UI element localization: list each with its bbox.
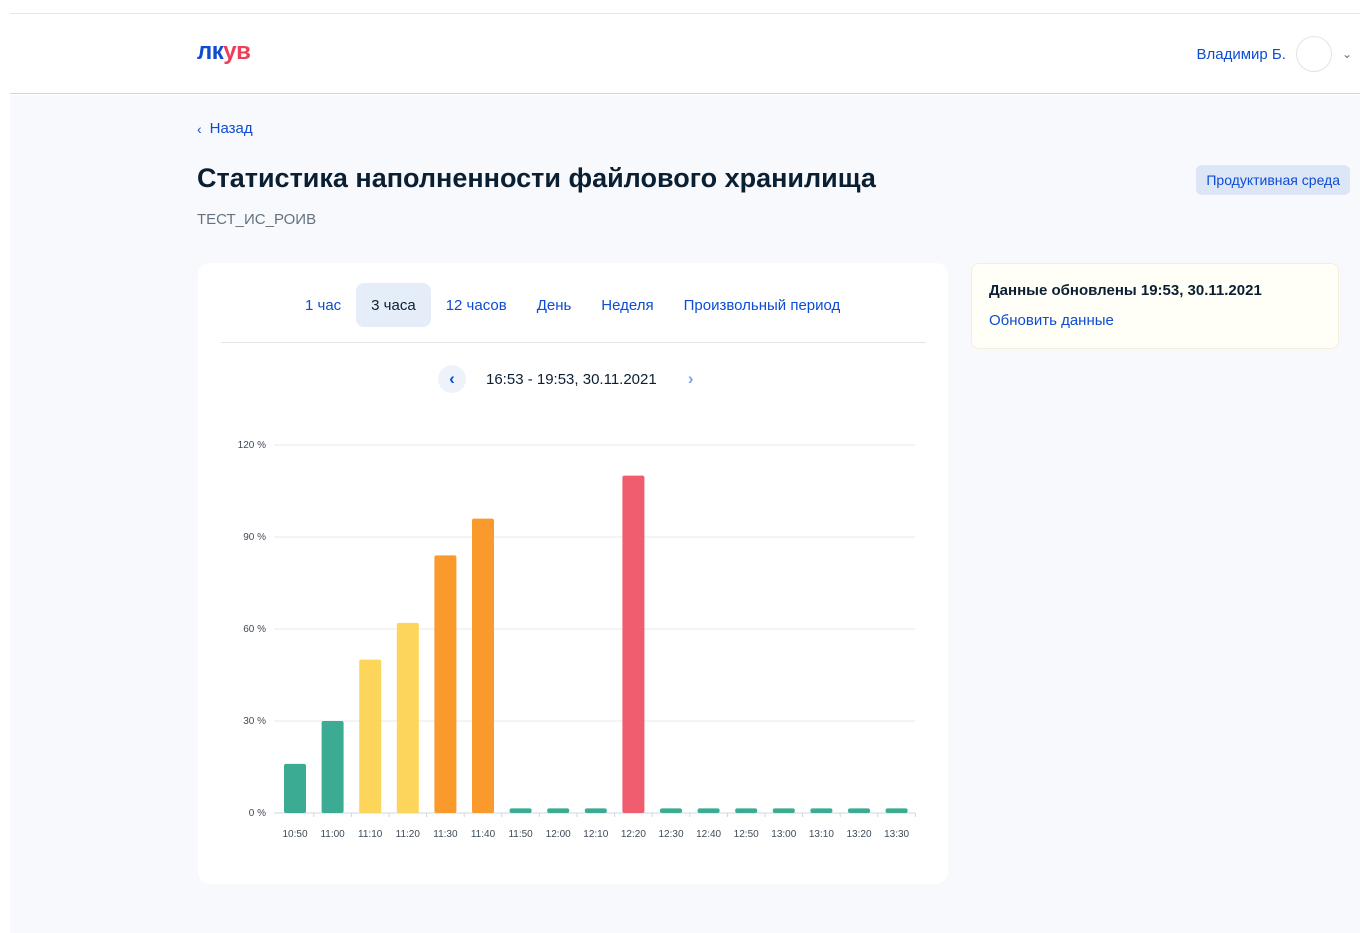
bar[interactable] [434, 555, 457, 813]
user-menu[interactable]: Владимир Б. ⌄ [1196, 36, 1352, 72]
update-info-card: Данные обновлены 19:53, 30.11.2021 Обнов… [971, 263, 1339, 349]
chevron-right-icon: › [687, 369, 694, 388]
x-tick-label: 13:00 [771, 829, 796, 840]
x-tick-label: 11:40 [471, 829, 496, 840]
x-tick-label: 12:50 [734, 829, 759, 840]
bar[interactable] [772, 808, 795, 813]
x-tick-label: 13:20 [846, 829, 871, 840]
back-link[interactable]: ‹ Назад [197, 120, 253, 137]
x-tick-label: 11:10 [358, 829, 383, 840]
bar[interactable] [472, 518, 494, 813]
tab-3-hours[interactable]: 3 часа [356, 283, 431, 327]
bar[interactable] [284, 763, 306, 813]
bar[interactable] [584, 808, 607, 813]
x-tick-label: 12:40 [696, 829, 721, 840]
chart-card: 1 час 3 часа 12 часов День Неделя Произв… [198, 263, 948, 884]
x-tick-label: 11:00 [320, 829, 345, 840]
x-tick-label: 12:00 [546, 829, 571, 840]
bar[interactable] [321, 721, 344, 813]
chevron-left-icon: ‹ [197, 120, 202, 137]
next-period-button[interactable]: › [676, 365, 705, 393]
bar[interactable] [735, 808, 758, 813]
environment-badge: Продуктивная среда [1196, 165, 1350, 195]
logo-part2: ув [223, 38, 251, 65]
x-tick-label: 12:20 [621, 829, 646, 840]
tab-custom-period[interactable]: Произвольный период [669, 283, 856, 327]
tab-12-hours[interactable]: 12 часов [431, 283, 522, 327]
bar-chart: 0 % 30 % 60 % 90 % 120 % 10:50 11:00 11:10 11:20… [238, 440, 916, 840]
chevron-down-icon[interactable]: ⌄ [1342, 47, 1352, 61]
main-content: ‹ Назад Статистика наполненности файлово… [10, 95, 1360, 933]
prev-period-button[interactable]: ‹ [438, 365, 466, 393]
y-tick-label: 90 % [243, 532, 266, 543]
x-tick-label: 12:10 [583, 829, 608, 840]
page-title: Статистика наполненности файлового храни… [197, 163, 876, 193]
header: лкув Владимир Б. ⌄ [10, 14, 1360, 94]
bar[interactable] [547, 808, 570, 813]
tab-day[interactable]: День [522, 283, 587, 327]
bar[interactable] [359, 659, 382, 813]
bar[interactable] [885, 808, 908, 813]
updated-text: Данные обновлены 19:53, 30.11.2021 [989, 282, 1262, 299]
x-tick-label: 13:10 [809, 829, 834, 840]
x-tick-label: 11:30 [433, 829, 458, 840]
logo[interactable]: лкув [197, 38, 251, 66]
tab-week[interactable]: Неделя [586, 283, 668, 327]
y-tick-label: 0 % [249, 808, 266, 819]
bar[interactable] [509, 808, 532, 813]
back-label: Назад [209, 120, 253, 137]
refresh-data-link[interactable]: Обновить данные [989, 312, 1114, 329]
bar[interactable] [396, 622, 419, 813]
period-tabs: 1 час 3 часа 12 часов День Неделя Произв… [290, 283, 855, 327]
chevron-left-icon: ‹ [449, 369, 455, 388]
logo-part1: лк [197, 38, 224, 65]
x-tick-label: 10:50 [282, 829, 307, 840]
x-tick-label: 13:30 [884, 829, 909, 840]
bar[interactable] [697, 808, 720, 813]
y-tick-label: 30 % [243, 716, 266, 727]
bar[interactable] [810, 808, 833, 813]
y-tick-label: 60 % [243, 624, 266, 635]
user-name[interactable]: Владимир Б. [1196, 46, 1285, 63]
bar[interactable] [660, 808, 682, 813]
x-tick-label: 11:20 [396, 829, 421, 840]
bar[interactable] [622, 475, 645, 813]
page-subtitle: ТЕСТ_ИС_РОИВ [197, 211, 317, 228]
x-tick-label: 12:30 [658, 829, 683, 840]
tabs-divider [221, 342, 926, 343]
period-navigator: ‹ 16:53 - 19:53, 30.11.2021 › [438, 365, 705, 393]
x-tick-label: 11:50 [508, 829, 533, 840]
avatar[interactable] [1295, 36, 1332, 72]
tab-1-hour[interactable]: 1 час [290, 283, 356, 327]
y-tick-label: 120 % [238, 440, 266, 451]
period-range: 16:53 - 19:53, 30.11.2021 [486, 370, 657, 388]
bar[interactable] [848, 808, 870, 813]
